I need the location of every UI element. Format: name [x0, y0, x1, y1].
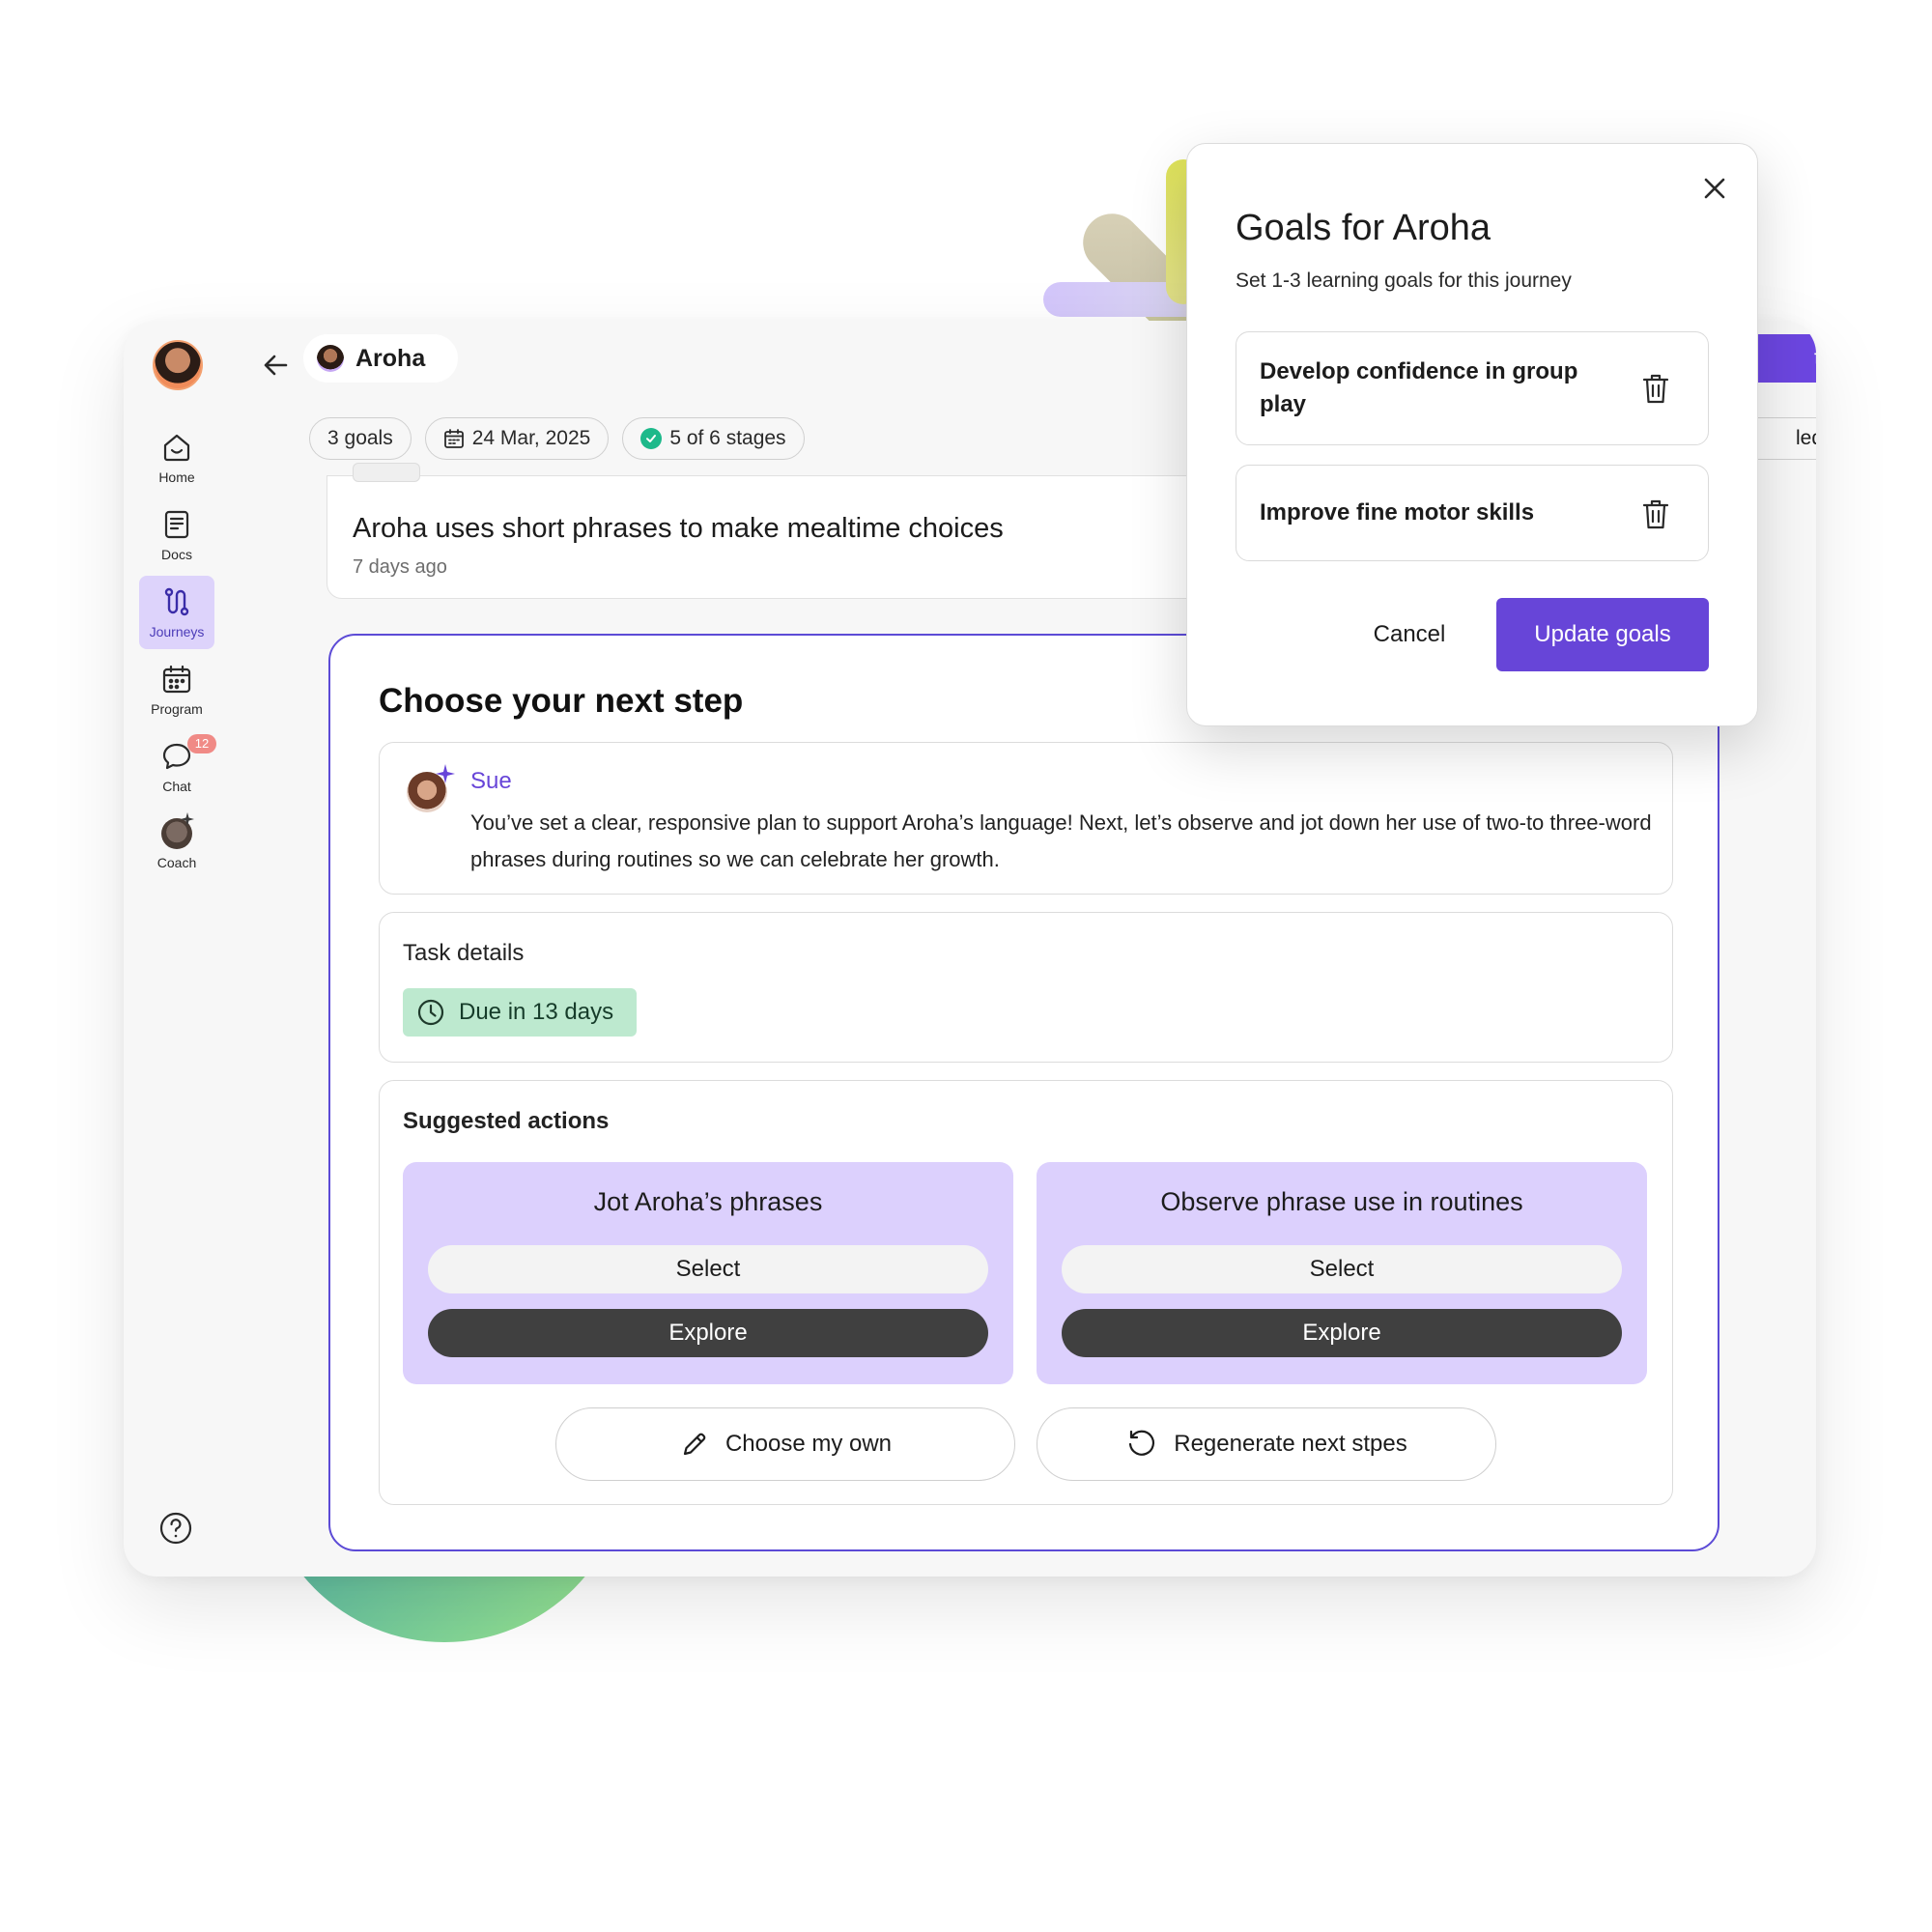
trash-icon[interactable]: [1640, 497, 1671, 531]
task-details-heading: Task details: [403, 940, 525, 966]
calendar-icon: [162, 665, 191, 694]
action-title: Observe phrase use in routines: [1160, 1187, 1523, 1216]
stages-progress: 5 of 6 stages: [669, 427, 786, 449]
chat-unread-badge: 12: [187, 734, 216, 753]
sidebar-item-docs[interactable]: Docs: [139, 498, 214, 572]
sidebar-item-home[interactable]: Home: [139, 421, 214, 495]
date-pill[interactable]: 24 Mar, 2025: [424, 417, 610, 460]
action-title: Jot Aroha’s phrases: [593, 1187, 823, 1216]
sidebar-item-coach[interactable]: Coach: [139, 808, 214, 881]
task-details-panel: Task details Due in 13 days: [379, 912, 1673, 1063]
refresh-icon: [1129, 1430, 1155, 1456]
next-step-card: Choose your next step Sue You’ve set a c…: [328, 634, 1719, 1551]
help-icon[interactable]: [158, 1511, 193, 1546]
explore-button[interactable]: Explore: [428, 1309, 988, 1357]
next-step-title: Choose your next step: [379, 682, 744, 720]
suggested-action-card: Observe phrase use in routines Select Ex…: [1037, 1162, 1647, 1384]
journey-meta-pills: 3 goals 24 Mar, 2025 5 of 6 stages: [309, 417, 805, 460]
profile-name: Aroha: [355, 344, 426, 372]
sidebar-item-chat[interactable]: 12 Chat: [139, 730, 216, 804]
avatar: [317, 345, 344, 372]
update-goals-button[interactable]: Update goals: [1496, 598, 1709, 671]
goal-text: Develop confidence in group play: [1260, 358, 1578, 417]
goals-count: 3 goals: [327, 427, 393, 449]
journey-date: 24 Mar, 2025: [471, 427, 591, 449]
close-icon[interactable]: [1697, 171, 1732, 206]
sidebar-item-program[interactable]: Program: [139, 653, 214, 726]
sidebar-item-label: Journeys: [149, 624, 205, 639]
suggested-action-card: Jot Aroha’s phrases Select Explore: [403, 1162, 1013, 1384]
regenerate-label: Regenerate next stpes: [1174, 1431, 1407, 1457]
clock-icon: [417, 999, 444, 1026]
sparkle-icon: [181, 812, 194, 826]
sidebar-item-label: Coach: [156, 855, 197, 870]
docs-icon: [164, 510, 189, 539]
choose-my-own-button[interactable]: Choose my own: [555, 1407, 1015, 1481]
suggested-actions-heading: Suggested actions: [403, 1108, 610, 1134]
modal-subtitle: Set 1-3 learning goals for this journey: [1236, 270, 1572, 292]
coach-message: You’ve set a clear, responsive plan to s…: [470, 810, 1652, 871]
coach-message-panel: Sue You’ve set a clear, responsive plan …: [379, 742, 1673, 895]
back-arrow-icon[interactable]: [257, 346, 296, 384]
regenerate-button[interactable]: Regenerate next stpes: [1037, 1407, 1496, 1481]
journeys-icon: [164, 587, 189, 616]
due-date-text: Due in 13 days: [459, 999, 614, 1025]
explore-button[interactable]: Explore: [1062, 1309, 1622, 1357]
goal-item[interactable]: Improve fine motor skills: [1236, 465, 1709, 561]
goals-modal: Goals for Aroha Set 1-3 learning goals f…: [1186, 143, 1758, 726]
select-button[interactable]: Select: [428, 1245, 988, 1293]
sidebar-item-label: Docs: [161, 547, 192, 562]
cancel-button[interactable]: Cancel: [1332, 598, 1487, 671]
goal-text: Improve fine motor skills: [1260, 499, 1535, 526]
user-avatar[interactable]: [153, 340, 203, 390]
sparkle-icon: [436, 764, 455, 783]
choose-my-own-label: Choose my own: [724, 1431, 893, 1457]
sidebar-item-label: Chat: [162, 779, 191, 794]
home-icon: [163, 434, 190, 462]
trash-icon[interactable]: [1640, 371, 1671, 406]
check-circle-icon: [640, 428, 663, 449]
activity-tag: [353, 463, 420, 482]
sidebar-item-journeys[interactable]: Journeys: [139, 576, 214, 649]
due-date-badge: Due in 13 days: [403, 988, 638, 1037]
sidebar-item-label: Program: [151, 701, 203, 717]
sidebar: Home Docs Journeys Program 12 Chat Coach: [124, 321, 230, 1577]
pencil-icon: [683, 1433, 706, 1456]
modal-title: Goals for Aroha: [1236, 208, 1492, 248]
stages-pill[interactable]: 5 of 6 stages: [622, 417, 805, 460]
suggested-actions-panel: Suggested actions Jot Aroha’s phrases Se…: [379, 1080, 1673, 1505]
coach-avatar: [161, 812, 194, 849]
goal-item[interactable]: Develop confidence in group play: [1236, 331, 1709, 445]
profile-chip[interactable]: Aroha: [303, 334, 458, 383]
select-button[interactable]: Select: [1062, 1245, 1622, 1293]
goals-pill[interactable]: 3 goals: [309, 417, 412, 460]
coach-name: Sue: [470, 768, 512, 794]
sidebar-item-label: Home: [158, 469, 195, 485]
calendar-icon: [443, 429, 464, 448]
